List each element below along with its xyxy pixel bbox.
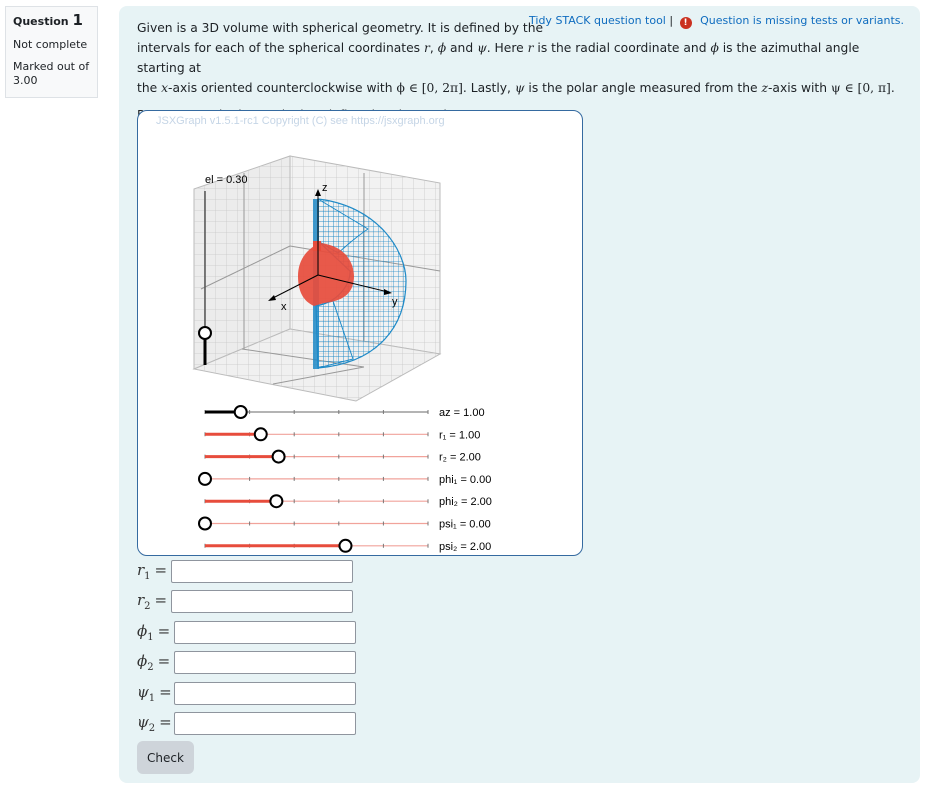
slider-handle[interactable] bbox=[269, 494, 284, 509]
slider-psi1[interactable]: psi₁ = 0.00 bbox=[198, 516, 491, 531]
question-state: Not complete bbox=[13, 38, 88, 51]
answer-row: r2 = bbox=[137, 589, 353, 613]
answer-input-r1[interactable] bbox=[171, 559, 353, 583]
answer-label: ϕ2 = bbox=[137, 651, 171, 673]
question-content: Tidy STACK question tool | ! Question is… bbox=[119, 6, 920, 783]
slider-handle[interactable] bbox=[198, 471, 212, 486]
slider-label: phi₁ = 0.00 bbox=[439, 474, 491, 486]
answer-input-psi2[interactable] bbox=[174, 711, 356, 735]
slider-handle[interactable] bbox=[253, 427, 268, 442]
slider-phi2[interactable]: phi₂ = 2.00 bbox=[204, 494, 492, 509]
slider-label: psi₁ = 0.00 bbox=[439, 519, 491, 531]
answer-input-phi2[interactable] bbox=[174, 650, 356, 674]
slider-handle[interactable] bbox=[198, 516, 212, 531]
question-info-panel: Question 1 Not complete Marked out of 3.… bbox=[5, 6, 98, 98]
answer-label: ψ2 = bbox=[137, 712, 172, 734]
slider-label: phi₂ = 2.00 bbox=[439, 496, 492, 508]
slider-label: az = 1.00 bbox=[439, 407, 485, 419]
slider-r1[interactable]: r₁ = 1.00 bbox=[204, 427, 480, 442]
slider-label: r₁ = 1.00 bbox=[439, 429, 480, 441]
question-paragraph: Given is a 3D volume with spherical geom… bbox=[137, 21, 895, 95]
answer-label: ψ1 = bbox=[137, 682, 172, 704]
question-grade: Marked out of 3.00 bbox=[13, 60, 90, 87]
answer-row: ψ1 = bbox=[137, 681, 356, 705]
slider-handle[interactable] bbox=[271, 449, 286, 464]
elevation-label: el = 0.30 bbox=[205, 174, 248, 186]
3d-scene[interactable]: z x y el = 0.30 az = 1.00 r₁ = 1.00 r₂ = 2… bbox=[138, 111, 583, 556]
question-number: Question 1 bbox=[13, 11, 83, 29]
answer-input-phi1[interactable] bbox=[174, 620, 356, 644]
x-axis-label: x bbox=[281, 301, 287, 313]
answer-input-r2[interactable] bbox=[171, 589, 353, 613]
question-text: Given is a 3D volume with spherical geom… bbox=[137, 18, 907, 125]
answer-label: r2 = bbox=[137, 590, 168, 612]
slider-handle[interactable] bbox=[233, 405, 248, 419]
slider-az[interactable]: az = 1.00 bbox=[204, 405, 485, 419]
parameter-sliders: az = 1.00 r₁ = 1.00 r₂ = 2.00 phi₁ = 0.00 ph… bbox=[198, 405, 492, 553]
slider-label: psi₂ = 2.00 bbox=[439, 541, 491, 553]
answer-label: r1 = bbox=[137, 560, 168, 582]
slider-phi1[interactable]: phi₁ = 0.00 bbox=[198, 471, 491, 486]
answer-row: ϕ1 = bbox=[137, 620, 356, 644]
answer-label: ϕ1 = bbox=[137, 621, 171, 643]
slider-label: r₂ = 2.00 bbox=[439, 452, 481, 464]
answer-input-psi1[interactable] bbox=[174, 681, 356, 705]
jsxgraph-board[interactable]: JSXGraph v1.5.1-rc1 Copyright (C) see ht… bbox=[137, 110, 583, 556]
slider-r2[interactable]: r₂ = 2.00 bbox=[204, 449, 481, 464]
slider-psi2[interactable]: psi₂ = 2.00 bbox=[204, 538, 491, 553]
inner-flat-face bbox=[313, 241, 321, 251]
elevation-handle[interactable] bbox=[198, 326, 212, 340]
answer-row: ψ2 = bbox=[137, 711, 356, 735]
y-axis-label: y bbox=[392, 296, 398, 308]
answer-row: r1 = bbox=[137, 559, 353, 583]
check-button[interactable]: Check bbox=[137, 741, 194, 774]
answer-row: ϕ2 = bbox=[137, 650, 356, 674]
slider-handle[interactable] bbox=[338, 538, 353, 553]
z-axis-label: z bbox=[322, 182, 328, 194]
